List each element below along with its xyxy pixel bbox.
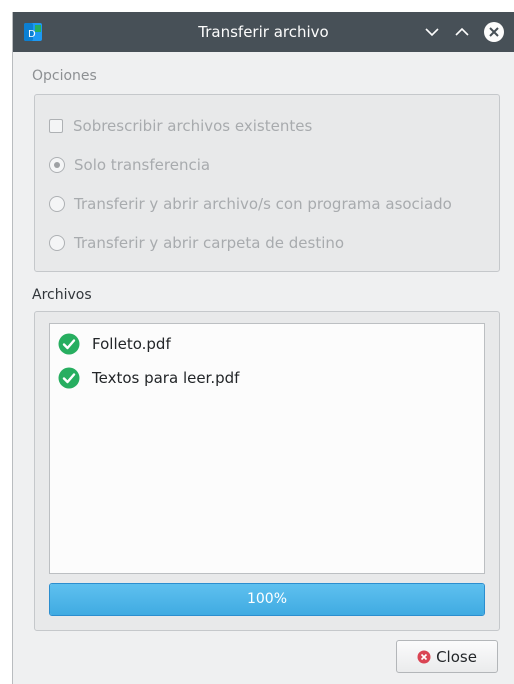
radio-indicator[interactable] bbox=[49, 196, 65, 212]
radio-transfer-open-file-label: Transferir y abrir archivo/s con program… bbox=[74, 195, 452, 213]
files-group: Folleto.pdf Textos para leer.pdf 100% bbox=[34, 311, 500, 631]
files-section-label: Archivos bbox=[32, 287, 92, 303]
close-circle-icon bbox=[484, 22, 504, 42]
chevron-up-icon bbox=[455, 27, 469, 36]
radio-transfer-open-folder-label: Transferir y abrir carpeta de destino bbox=[74, 234, 345, 252]
check-circle-icon bbox=[58, 333, 80, 355]
file-list[interactable]: Folleto.pdf Textos para leer.pdf bbox=[49, 323, 485, 574]
file-name: Folleto.pdf bbox=[92, 335, 171, 353]
radio-indicator[interactable] bbox=[49, 235, 65, 251]
window-close-button[interactable] bbox=[483, 21, 505, 43]
radio-transfer-only-label: Solo transferencia bbox=[74, 156, 211, 174]
close-button[interactable]: Close bbox=[396, 640, 498, 673]
minimize-button[interactable] bbox=[421, 21, 443, 43]
options-group: Sobrescribir archivos existentes Solo tr… bbox=[34, 94, 500, 272]
progress-text: 100% bbox=[246, 591, 288, 607]
close-circle-icon bbox=[417, 650, 431, 663]
list-item[interactable]: Folleto.pdf bbox=[58, 332, 171, 356]
radio-transfer-open-folder[interactable]: Transferir y abrir carpeta de destino bbox=[49, 232, 344, 254]
list-item[interactable]: Textos para leer.pdf bbox=[58, 366, 239, 390]
options-section-label: Opciones bbox=[32, 68, 97, 84]
close-button-label: Close bbox=[436, 647, 477, 666]
overwrite-checkbox[interactable]: Sobrescribir archivos existentes bbox=[49, 115, 312, 137]
overwrite-label: Sobrescribir archivos existentes bbox=[73, 117, 313, 135]
checkbox-box[interactable] bbox=[49, 119, 63, 133]
radio-transfer-open-file[interactable]: Transferir y abrir archivo/s con program… bbox=[49, 193, 452, 215]
radio-indicator[interactable] bbox=[49, 157, 65, 173]
progress-bar: 100% bbox=[49, 583, 485, 616]
radio-transfer-only[interactable]: Solo transferencia bbox=[49, 154, 210, 176]
check-circle-icon bbox=[58, 367, 80, 389]
transfer-dialog: D Transferir archivo Opciones Sobrescrib… bbox=[12, 12, 514, 684]
chevron-down-icon bbox=[425, 28, 439, 37]
file-name: Textos para leer.pdf bbox=[92, 369, 240, 387]
maximize-button[interactable] bbox=[451, 21, 473, 43]
title-bar[interactable]: D Transferir archivo bbox=[13, 12, 514, 52]
